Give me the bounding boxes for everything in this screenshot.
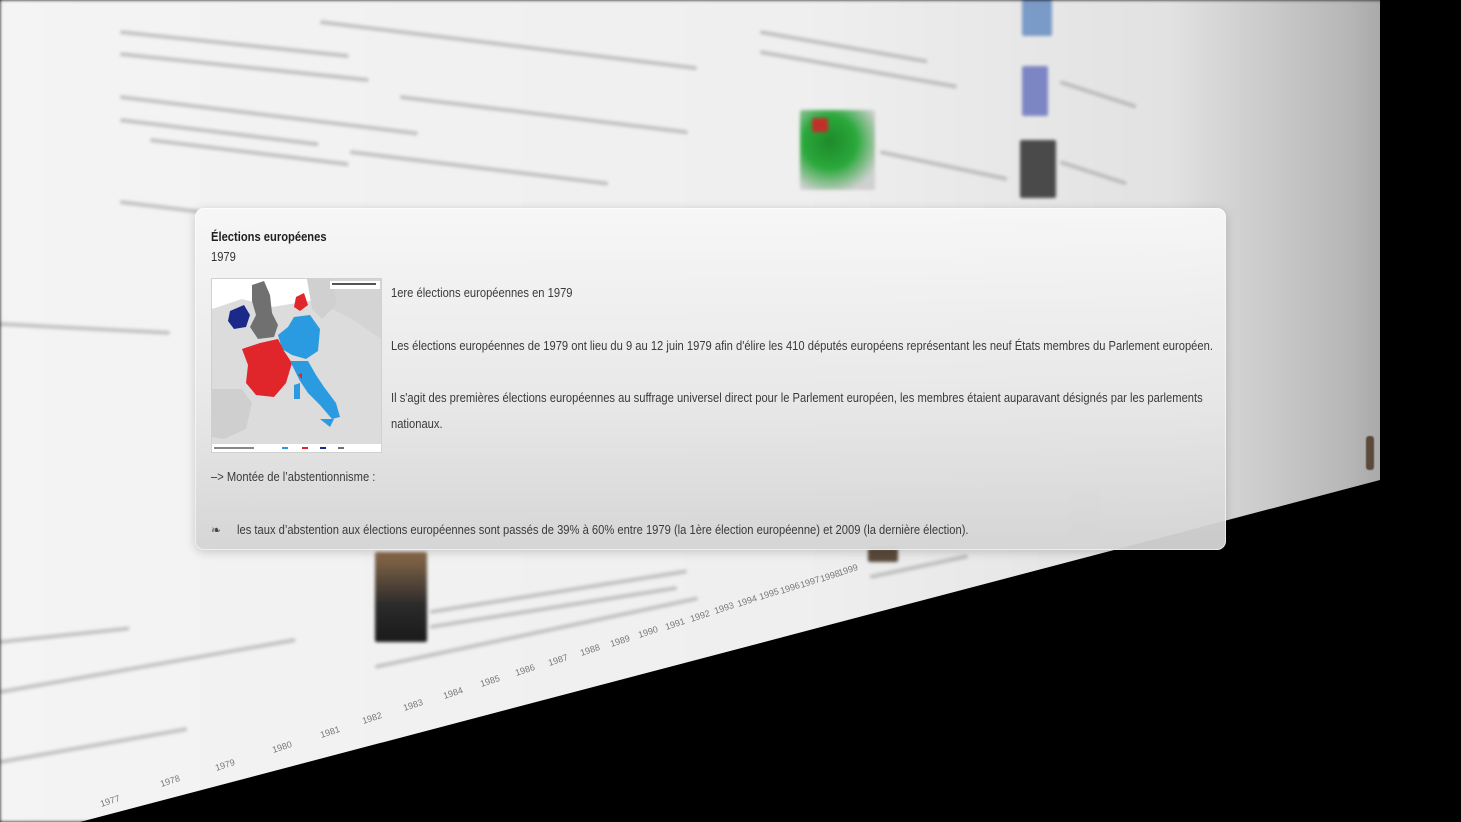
blurred-text-line	[399, 95, 689, 135]
blurred-text-line	[119, 200, 200, 214]
popup-paragraph: Il s'agit des premières élections europé…	[391, 390, 1203, 405]
europe-election-map-image[interactable]	[211, 278, 382, 453]
blurred-text-line	[349, 150, 609, 186]
europe-map-graphic	[212, 279, 381, 452]
blurred-map-highlight	[812, 118, 828, 132]
abstention-heading: –> Montée de l’abstentionnisme :	[211, 469, 376, 484]
blurred-thumbnail	[868, 548, 898, 562]
blurred-text-line	[0, 626, 130, 644]
blurred-text-line	[759, 50, 958, 89]
popup-paragraph: 1ere élections européennes en 1979	[391, 285, 573, 300]
bullet-icon: ❧	[211, 523, 222, 537]
blurred-text-line	[119, 52, 369, 83]
blurred-thumbnail	[1022, 0, 1052, 36]
blurred-text-line	[1059, 80, 1137, 109]
popup-title: Élections européenes	[211, 229, 327, 244]
popup-paragraph: Les élections européennes de 1979 ont li…	[391, 338, 1213, 353]
blurred-text-line	[879, 150, 1008, 181]
blurred-thumbnail	[1022, 66, 1048, 116]
bullet-text: les taux d’abstention aux élections euro…	[237, 522, 969, 537]
timeline-viewport: 1977 1978 1979 1980 1981 1982 1983 1984 …	[0, 0, 1461, 822]
blurred-text-line	[1059, 160, 1128, 186]
blurred-text-line	[0, 322, 170, 335]
event-detail-popup[interactable]: Élections européenes 1979 1ere élections…	[195, 208, 1226, 550]
blurred-text-line	[319, 20, 698, 71]
list-item: ❧ les taux d’abstention aux élections eur…	[211, 517, 1088, 543]
blurred-text-line	[119, 118, 319, 147]
popup-year: 1979	[211, 249, 236, 264]
blurred-text-line	[149, 138, 349, 167]
blurred-crest-icon	[1366, 436, 1374, 470]
blurred-portrait	[375, 552, 427, 642]
blurred-text-line	[0, 727, 188, 764]
blurred-thumbnail	[1020, 140, 1056, 198]
blurred-text-line	[0, 637, 296, 694]
blurred-text-line	[119, 95, 419, 136]
blurred-text-line	[119, 30, 349, 59]
popup-paragraph: nationaux.	[391, 416, 443, 431]
